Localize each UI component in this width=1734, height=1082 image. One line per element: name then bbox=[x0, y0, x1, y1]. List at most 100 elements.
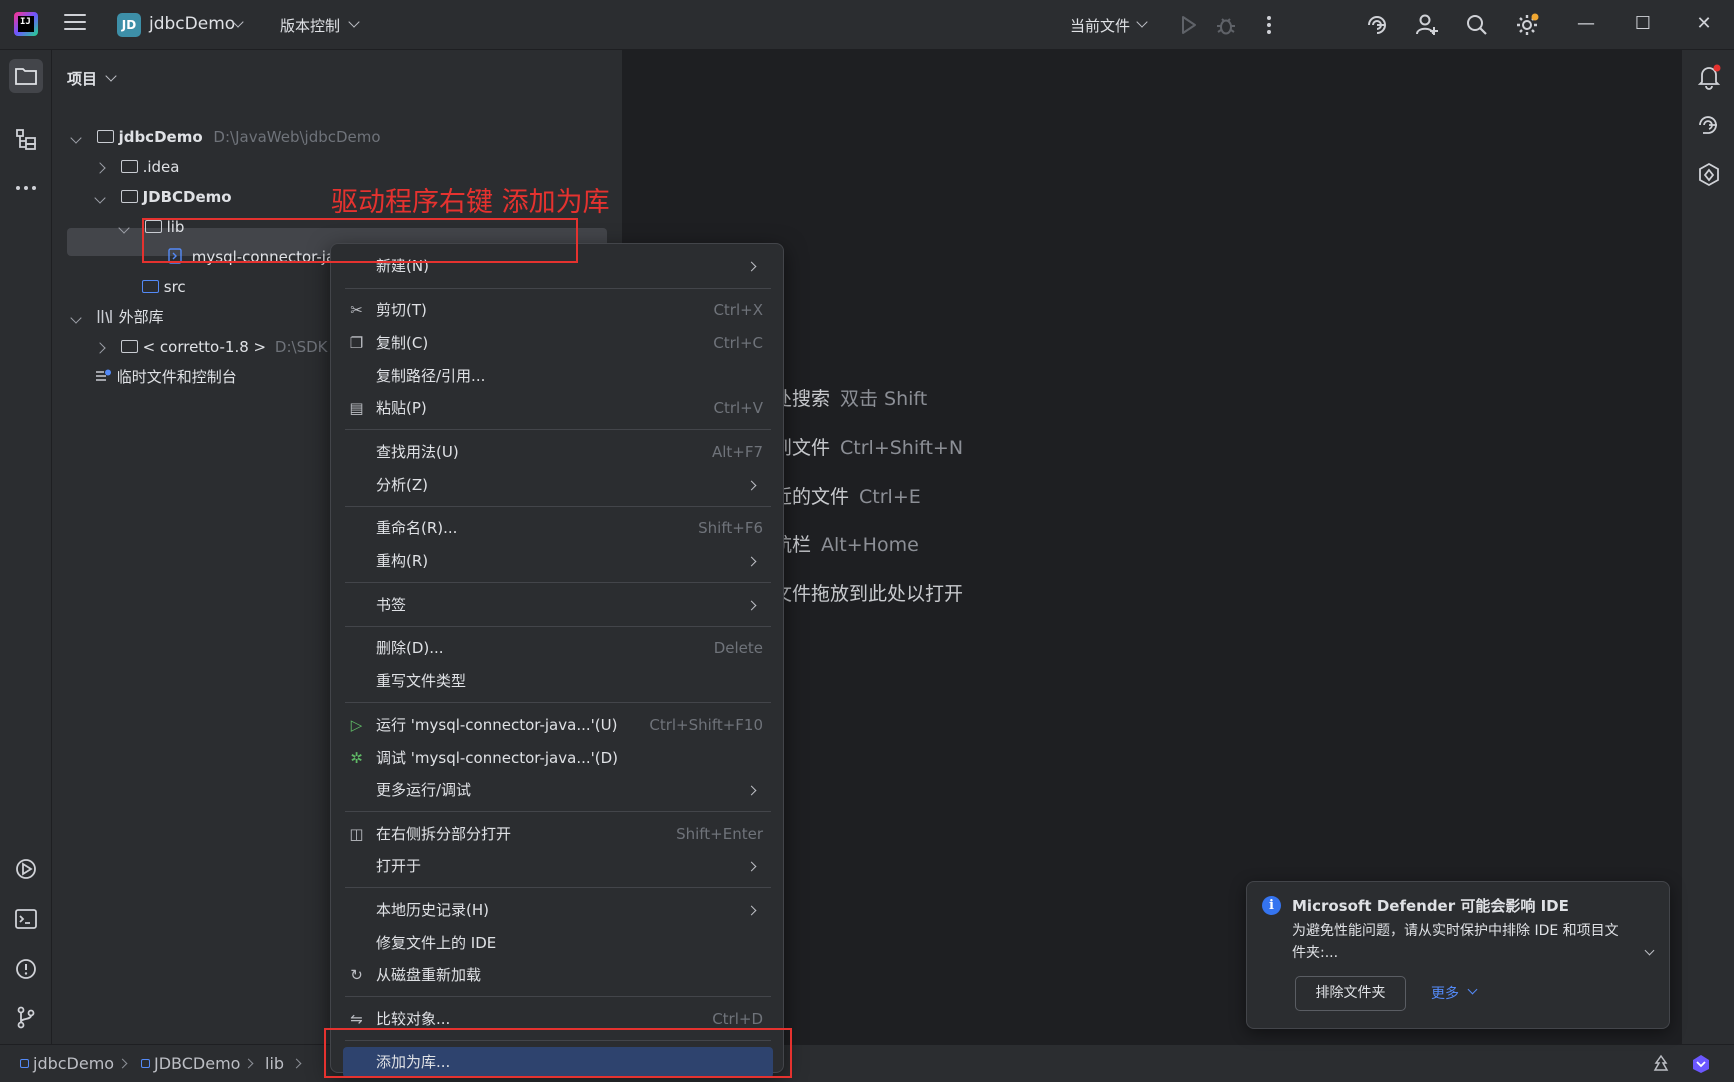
expand-arrow-icon[interactable] bbox=[118, 222, 130, 234]
vcs-menu[interactable]: 版本控制 bbox=[280, 15, 340, 36]
more-tools-button[interactable] bbox=[9, 171, 43, 205]
chevron-right-icon bbox=[291, 1058, 302, 1069]
menu-item-cut[interactable]: ✂ 剪切(T) Ctrl+X bbox=[343, 295, 773, 326]
module-folder-icon bbox=[96, 130, 114, 143]
chevron-down-icon[interactable] bbox=[348, 16, 360, 28]
menu-item-override-file-type[interactable]: 重写文件类型 bbox=[343, 666, 773, 697]
hint-key: Alt+Home bbox=[821, 534, 919, 556]
menu-shortcut: Alt+F7 bbox=[711, 443, 763, 461]
maximize-button[interactable]: ☐ bbox=[1633, 14, 1653, 34]
menu-item-rename[interactable]: 重命名(R)... Shift+F6 bbox=[343, 513, 773, 544]
search-icon[interactable] bbox=[1464, 12, 1490, 38]
add-user-icon[interactable] bbox=[1414, 12, 1440, 38]
menu-item-label: 粘贴(P) bbox=[376, 399, 427, 417]
source-folder-icon bbox=[142, 280, 159, 293]
power-save-icon[interactable] bbox=[1651, 1054, 1671, 1074]
project-tool-button[interactable] bbox=[9, 59, 43, 93]
module-icon bbox=[20, 1059, 29, 1068]
tree-item-label: < corretto-1.8 > bbox=[142, 338, 267, 356]
chevron-down-icon[interactable] bbox=[1467, 984, 1478, 995]
menu-item-run[interactable]: ▷ 运行 'mysql-connector-java...'(U) Ctrl+Shi… bbox=[343, 710, 773, 741]
tree-item-corretto[interactable]: < corretto-1.8 > D:\SDK bbox=[94, 333, 327, 361]
menu-item-label: 查找用法(U) bbox=[376, 443, 459, 461]
menu-item-label: 复制路径/引用... bbox=[376, 367, 486, 385]
menu-item-bookmarks[interactable]: 书签 bbox=[343, 590, 773, 621]
title-bar: IJ JD jdbcDemo 版本控制 当前文件 — ☐ ✕ bbox=[0, 0, 1734, 50]
expand-arrow-icon[interactable] bbox=[94, 192, 106, 204]
project-name[interactable]: jdbcDemo bbox=[149, 14, 235, 34]
menu-item-analyze[interactable]: 分析(Z) bbox=[343, 470, 773, 501]
debug-icon[interactable] bbox=[1213, 12, 1239, 38]
chevron-down-icon[interactable] bbox=[105, 70, 117, 82]
services-tool-button[interactable] bbox=[9, 852, 43, 886]
project-badge[interactable]: JD bbox=[117, 13, 141, 37]
menu-item-copy[interactable]: ❐ 复制(C) Ctrl+C bbox=[343, 328, 773, 359]
run-icon[interactable] bbox=[1175, 12, 1201, 38]
tree-item-scratches[interactable]: 临时文件和控制台 bbox=[95, 363, 237, 391]
hint-key: 双击 Shift bbox=[840, 388, 928, 410]
expand-arrow-icon[interactable] bbox=[94, 342, 106, 354]
tree-item-jdbcdemo[interactable]: jdbcDemo D:\JavaWeb\jdbcDemo bbox=[70, 123, 381, 151]
expand-arrow-icon[interactable] bbox=[70, 312, 82, 324]
expand-arrow-icon[interactable] bbox=[94, 162, 106, 174]
copy-icon: ❐ bbox=[349, 334, 364, 352]
ai-chat-icon[interactable] bbox=[1695, 111, 1723, 139]
menu-item-find-usages[interactable]: 查找用法(U) Alt+F7 bbox=[343, 437, 773, 468]
run-icon: ▷ bbox=[350, 716, 363, 734]
ai-status-icon[interactable] bbox=[1690, 1053, 1712, 1075]
run-config-selector[interactable]: 当前文件 bbox=[1070, 15, 1130, 36]
chevron-down-icon[interactable] bbox=[1136, 16, 1148, 28]
hint-recent-files: 近的文件 Ctrl+E bbox=[773, 482, 921, 509]
submenu-arrow-icon bbox=[746, 556, 757, 567]
hint-nav-bar: 航栏 Alt+Home bbox=[773, 530, 919, 557]
menu-shortcut: Ctrl+C bbox=[713, 334, 763, 352]
breadcrumb-item[interactable]: jdbcDemo bbox=[20, 1054, 114, 1073]
breadcrumb-item[interactable]: JDBCDemo bbox=[141, 1054, 240, 1073]
tree-item-idea[interactable]: .idea bbox=[94, 153, 179, 181]
git-tool-button[interactable] bbox=[9, 1000, 43, 1034]
minimize-button[interactable]: — bbox=[1576, 14, 1596, 34]
menu-item-more-run-debug[interactable]: 更多运行/调试 bbox=[343, 775, 773, 806]
menu-item-paste[interactable]: ▤ 粘贴(P) Ctrl+V bbox=[343, 393, 773, 424]
intellij-logo-icon[interactable]: IJ bbox=[14, 12, 38, 36]
chevron-right-icon bbox=[117, 1058, 128, 1069]
more-link[interactable]: 更多 bbox=[1431, 983, 1459, 1003]
menu-shortcut: Ctrl+V bbox=[713, 399, 763, 417]
ai-assistant-icon[interactable] bbox=[1364, 12, 1390, 38]
panel-title[interactable]: 项目 bbox=[67, 68, 97, 89]
problems-tool-button[interactable] bbox=[9, 952, 43, 986]
menu-item-refactor[interactable]: 重构(R) bbox=[343, 546, 773, 577]
menu-item-open-in[interactable]: 打开于 bbox=[343, 851, 773, 882]
menu-item-local-history[interactable]: 本地历史记录(H) bbox=[343, 895, 773, 926]
tree-item-src[interactable]: src bbox=[142, 273, 186, 301]
defender-notification: i Microsoft Defender 可能会影响 IDE 为避免性能问题，请… bbox=[1246, 881, 1670, 1029]
submenu-arrow-icon bbox=[746, 785, 757, 796]
plugin-tool-icon[interactable] bbox=[1695, 161, 1723, 189]
tree-item-jdbcdemo-module[interactable]: JDBCDemo bbox=[94, 183, 232, 211]
more-vertical-icon[interactable] bbox=[1256, 12, 1282, 38]
scratches-icon bbox=[96, 369, 111, 381]
terminal-tool-button[interactable] bbox=[9, 902, 43, 936]
menu-separator bbox=[345, 811, 771, 812]
menu-item-debug[interactable]: ✲ 调试 'mysql-connector-java...'(D) bbox=[343, 743, 773, 774]
menu-item-repair-ide[interactable]: 修复文件上的 IDE bbox=[343, 928, 773, 959]
menu-item-delete[interactable]: 删除(D)... Delete bbox=[343, 633, 773, 664]
menu-item-label: 重构(R) bbox=[376, 552, 429, 570]
expand-chevron-icon[interactable] bbox=[1644, 945, 1655, 956]
menu-item-open-split-right[interactable]: ◫ 在右侧拆分部分打开 Shift+Enter bbox=[343, 819, 773, 850]
hint-search-everywhere: 处搜索 双击 Shift bbox=[773, 384, 927, 411]
menu-item-copy-path[interactable]: 复制路径/引用... bbox=[343, 361, 773, 392]
submenu-arrow-icon bbox=[746, 905, 757, 916]
expand-arrow-icon[interactable] bbox=[70, 132, 82, 144]
structure-tool-button[interactable] bbox=[9, 122, 43, 156]
menu-separator bbox=[345, 582, 771, 583]
menu-item-label: 在右侧拆分部分打开 bbox=[376, 825, 512, 843]
notifications-bell-icon[interactable] bbox=[1695, 62, 1723, 90]
main-menu-icon[interactable] bbox=[64, 14, 86, 34]
breadcrumb-item[interactable]: lib bbox=[265, 1054, 284, 1073]
tree-item-external-libs[interactable]: 外部库 bbox=[70, 303, 164, 331]
settings-icon[interactable] bbox=[1514, 12, 1540, 38]
exclude-folders-button[interactable]: 排除文件夹 bbox=[1295, 976, 1406, 1011]
close-button[interactable]: ✕ bbox=[1694, 14, 1714, 34]
menu-item-reload-from-disk[interactable]: ↻ 从磁盘重新加载 bbox=[343, 960, 773, 991]
